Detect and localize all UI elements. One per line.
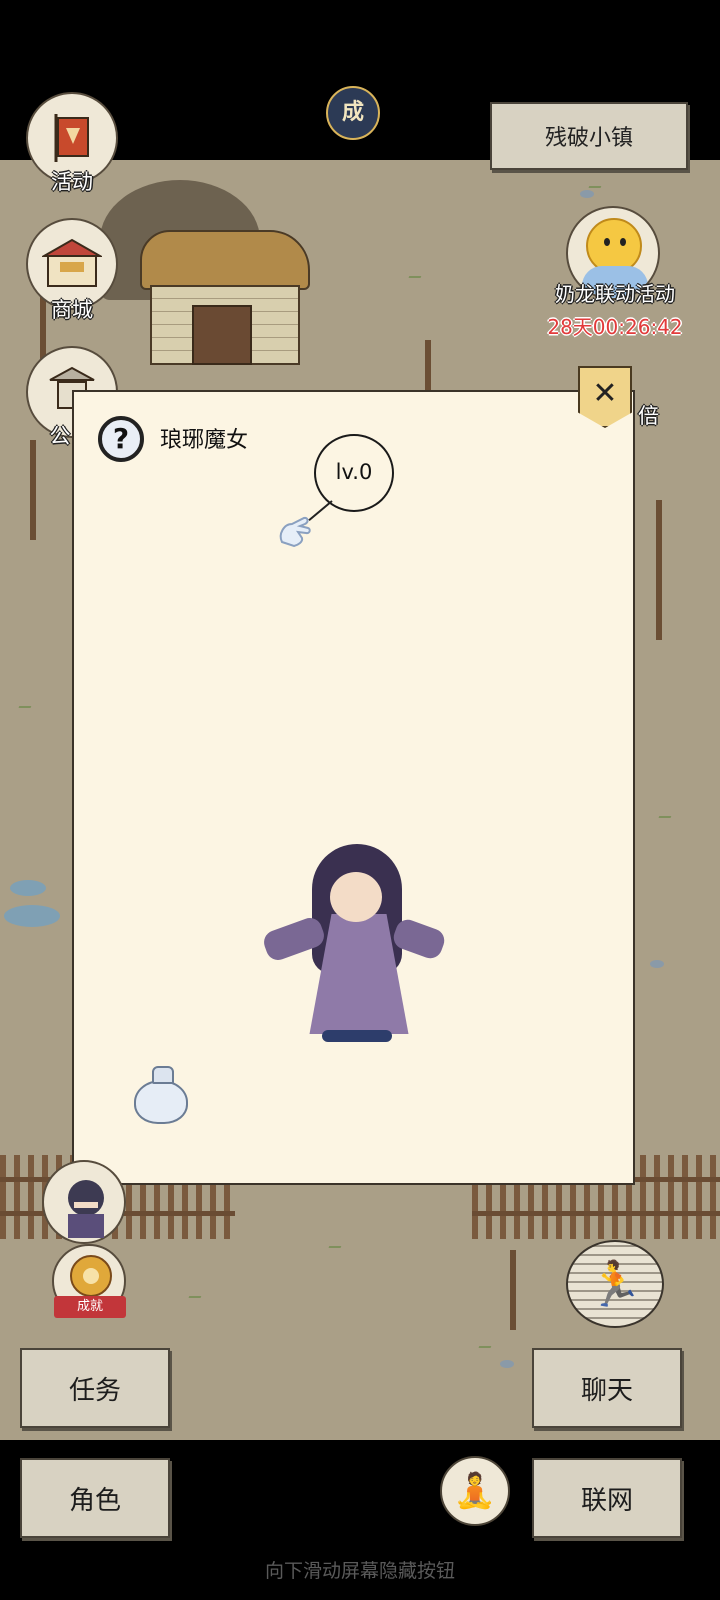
- hut-roof: [140, 230, 310, 290]
- double-reward-label: 倍: [638, 404, 659, 428]
- tree-decor: [656, 500, 662, 640]
- puddle-decor: [10, 880, 46, 896]
- loot-bag-icon[interactable]: [132, 1062, 192, 1124]
- location-button[interactable]: 残破小镇: [490, 102, 688, 170]
- grass-decor: [188, 1290, 204, 1298]
- stone-decor: [650, 960, 664, 968]
- store-stall-icon: [42, 238, 102, 287]
- grass-decor: [478, 1340, 494, 1348]
- event-timer: 28天00:26:42: [547, 315, 683, 339]
- network-button[interactable]: 联网: [532, 1458, 682, 1538]
- loot-bag-sack: [134, 1080, 188, 1124]
- enemy-face: [330, 872, 382, 922]
- pointing-hand-icon[interactable]: [274, 512, 316, 552]
- hide-buttons-hint: 向下滑动屏幕隐藏按钮: [264, 1560, 455, 1582]
- chat-button[interactable]: 聊天: [532, 1348, 682, 1428]
- enemy-character[interactable]: [260, 844, 448, 1044]
- moon-badge-icon[interactable]: 成: [326, 86, 380, 140]
- grass-decor: [658, 810, 674, 818]
- enemy-dialog: ? 琅琊魔女 ✕ lv.0: [72, 366, 635, 1185]
- shop-label: 商城: [51, 298, 93, 322]
- meditate-button[interactable]: 🧘: [440, 1456, 510, 1526]
- meditate-icon: 🧘: [453, 1471, 497, 1511]
- grass-decor: [18, 700, 34, 708]
- tree-decor: [510, 1250, 516, 1330]
- achievement-label: 成就: [54, 1296, 126, 1318]
- grass-decor: [328, 1240, 344, 1248]
- grass-decor: [588, 180, 604, 188]
- hut-building[interactable]: [100, 180, 310, 370]
- tasks-button[interactable]: 任务: [20, 1348, 170, 1428]
- enemy-name: 琅琊魔女: [160, 428, 249, 453]
- running-man-icon: 🏃: [587, 1259, 643, 1310]
- stone-decor: [500, 1360, 514, 1368]
- tree-decor: [30, 440, 36, 540]
- activity-label: 活动: [51, 170, 93, 194]
- grass-decor: [408, 270, 424, 278]
- close-button[interactable]: ✕: [578, 366, 632, 428]
- ninja-character-icon[interactable]: [42, 1160, 126, 1244]
- puddle-decor: [4, 905, 60, 927]
- banner-flag-icon: [54, 114, 89, 162]
- character-button[interactable]: 角色: [20, 1458, 170, 1538]
- event-label: 奶龙联动活动: [555, 282, 675, 306]
- enemy-feet: [322, 1030, 392, 1042]
- ninja-avatar-icon: [68, 1180, 104, 1238]
- help-icon[interactable]: ?: [98, 416, 144, 462]
- level-bubble: lv.0: [314, 434, 394, 512]
- run-button[interactable]: 🏃: [566, 1240, 664, 1328]
- loot-bag-tie: [152, 1066, 174, 1084]
- stone-decor: [580, 190, 594, 198]
- hut-door: [192, 305, 252, 365]
